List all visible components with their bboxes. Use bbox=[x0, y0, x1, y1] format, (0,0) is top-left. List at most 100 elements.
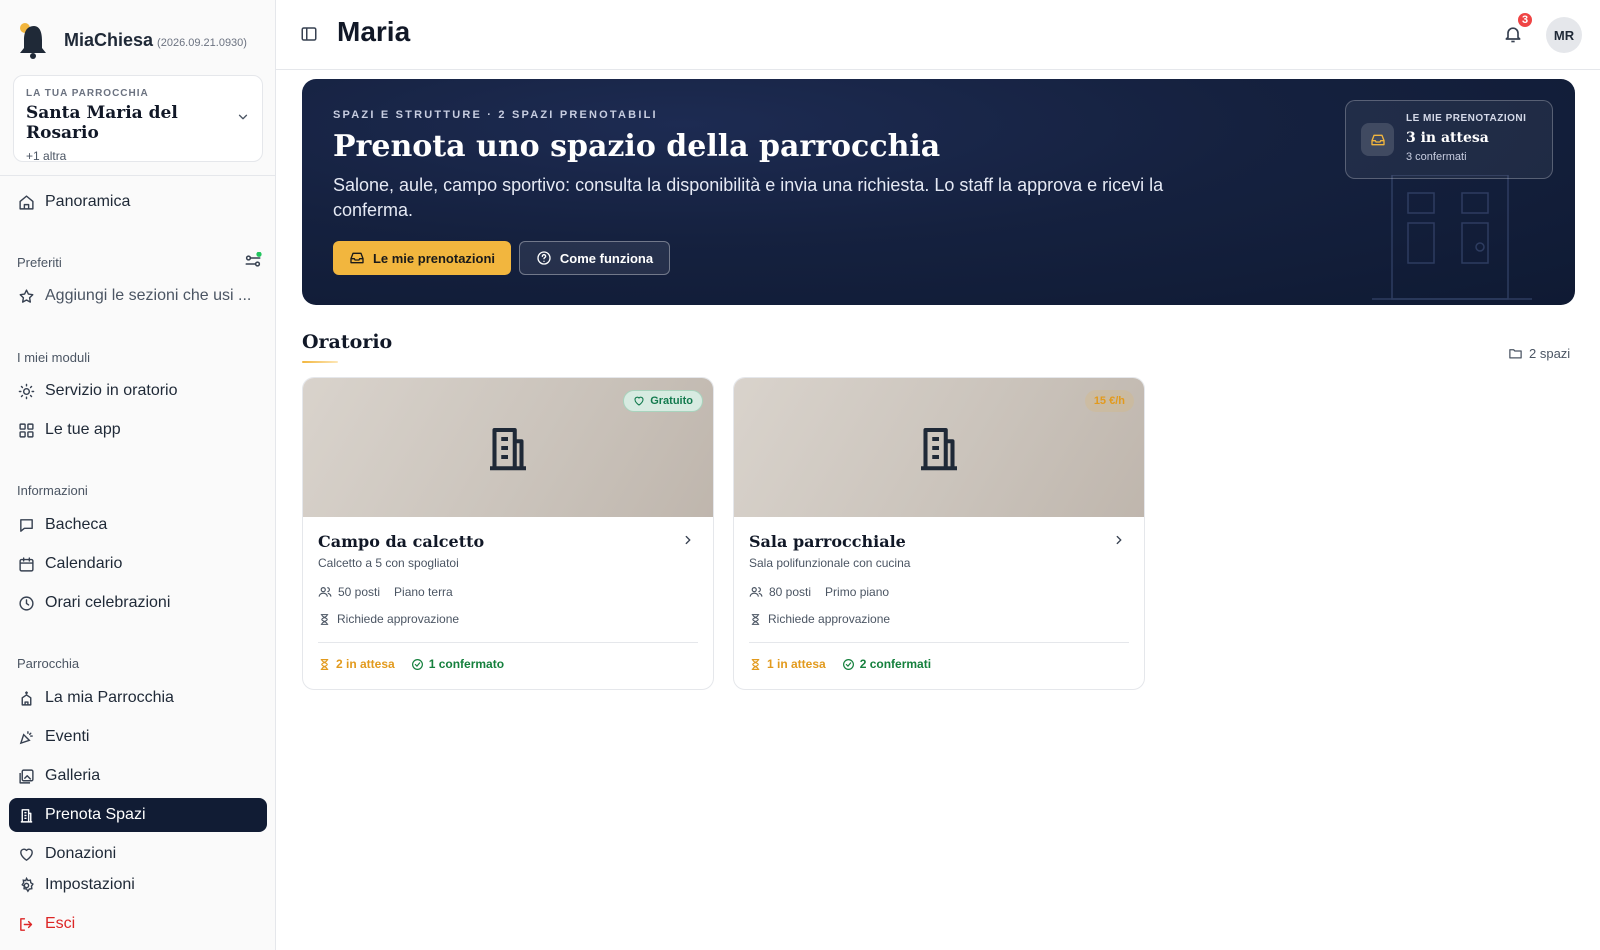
star-icon bbox=[17, 287, 35, 305]
space-seats: 80 posti bbox=[769, 585, 812, 599]
nav-donazioni[interactable]: Donazioni bbox=[9, 837, 267, 871]
hero-kicker: SPAZI E STRUTTURE · 2 SPAZI PRENOTABILI bbox=[333, 109, 658, 121]
nav-prenota-spazi[interactable]: Prenota Spazi bbox=[9, 798, 267, 832]
price-label: 15 €/h bbox=[1093, 395, 1125, 407]
chevron-right-icon bbox=[1112, 533, 1126, 547]
pending-status: 1 in attesa bbox=[749, 657, 826, 671]
app-version: (2026.09.21.0930) bbox=[157, 36, 247, 49]
my-bookings-button[interactable]: Le mie prenotazioni bbox=[333, 241, 511, 275]
nav-esci[interactable]: Esci bbox=[9, 907, 267, 941]
nav-galleria[interactable]: Galleria bbox=[9, 759, 267, 793]
nav-label: Calendario bbox=[45, 555, 123, 572]
users-icon bbox=[749, 585, 763, 599]
price-badge: 15 €/h bbox=[1084, 390, 1134, 412]
space-meta: 80 posti Primo piano bbox=[749, 585, 889, 599]
party-icon bbox=[17, 728, 35, 746]
folder-icon bbox=[1508, 346, 1523, 361]
confirmed-label: 2 confermati bbox=[859, 657, 932, 671]
nav-bacheca[interactable]: Bacheca bbox=[9, 508, 267, 542]
nav-label: Orari celebrazioni bbox=[45, 594, 171, 611]
section-title: Oratorio bbox=[302, 331, 393, 353]
pending-label: 2 in attesa bbox=[336, 657, 395, 671]
nav-label: Aggiungi le sezioni che usi ... bbox=[45, 287, 252, 304]
topbar: Maria 3 MR bbox=[276, 0, 1600, 70]
space-card[interactable]: 15 €/h Sala parrocchiale Sala polifunzio… bbox=[733, 377, 1145, 690]
church-icon bbox=[17, 689, 35, 707]
section-underline bbox=[302, 361, 338, 363]
parish-kicker: LA TUA PARROCCHIA bbox=[26, 88, 149, 99]
space-floor: Primo piano bbox=[825, 585, 890, 599]
summary-kicker: LE MIE PRENOTAZIONI bbox=[1406, 113, 1527, 124]
bell-logo-icon bbox=[16, 20, 52, 60]
hero-description: Salone, aule, campo sportivo: consulta l… bbox=[333, 175, 1164, 220]
space-approval: Richiede approvazione bbox=[749, 612, 890, 626]
price-badge: Gratuito bbox=[623, 390, 703, 412]
inbox-icon bbox=[349, 250, 365, 266]
nav-label: Le tue app bbox=[45, 421, 121, 438]
notifications-badge: 3 bbox=[1516, 11, 1534, 29]
card-divider bbox=[318, 642, 698, 643]
my-bookings-summary[interactable]: LE MIE PRENOTAZIONI 3 in attesa 3 confer… bbox=[1345, 100, 1553, 179]
summary-pending: 3 in attesa bbox=[1406, 130, 1489, 146]
nav-eventi[interactable]: Eventi bbox=[9, 720, 267, 754]
home-icon bbox=[17, 193, 35, 211]
hero-title: Prenota uno spazio della parrocchia bbox=[333, 129, 941, 164]
how-it-works-button[interactable]: Come funziona bbox=[519, 241, 670, 275]
nav-le-tue-app[interactable]: Le tue app bbox=[9, 413, 267, 447]
nav-label: Panoramica bbox=[45, 193, 131, 210]
sidebar: MiaChiesa (2026.09.21.0930) LA TUA PARROC… bbox=[0, 0, 276, 950]
parish-section-label: Parrocchia bbox=[17, 656, 80, 671]
message-icon bbox=[17, 516, 35, 534]
gallery-icon bbox=[17, 767, 35, 785]
favorites-add-hint[interactable]: Aggiungi le sezioni che usi ... bbox=[9, 279, 267, 313]
nav-calendario[interactable]: Calendario bbox=[9, 547, 267, 581]
nav-panoramica[interactable]: Panoramica bbox=[9, 185, 267, 219]
chevron-down-icon bbox=[236, 110, 250, 124]
sun-icon bbox=[17, 382, 35, 400]
approval-label: Richiede approvazione bbox=[768, 612, 891, 626]
nav-orari-celebrazioni[interactable]: Orari celebrazioni bbox=[9, 586, 267, 620]
space-card[interactable]: Gratuito Campo da calcetto Calcetto a 5 … bbox=[302, 377, 714, 690]
page-title: Maria bbox=[337, 16, 411, 47]
heart-icon bbox=[633, 395, 645, 407]
price-label: Gratuito bbox=[650, 395, 693, 407]
check-circle-icon bbox=[842, 658, 855, 671]
my-bookings-label: Le mie prenotazioni bbox=[372, 250, 496, 266]
nav-label: La mia Parrocchia bbox=[45, 689, 174, 706]
space-title: Campo da calcetto bbox=[318, 532, 485, 551]
sidebar-divider bbox=[0, 175, 276, 176]
help-circle-icon bbox=[536, 250, 552, 266]
nav-label: Donazioni bbox=[45, 845, 117, 862]
nav-la-mia-parrocchia[interactable]: La mia Parrocchia bbox=[9, 681, 267, 715]
hourglass-icon bbox=[749, 658, 762, 671]
app-name: MiaChiesa bbox=[64, 29, 154, 50]
space-meta: 50 posti Piano terra bbox=[318, 585, 453, 599]
hero-banner: SPAZI E STRUTTURE · 2 SPAZI PRENOTABILI … bbox=[302, 79, 1575, 305]
booking-status: 1 in attesa 2 confermati bbox=[749, 657, 931, 671]
space-image: Gratuito bbox=[303, 378, 713, 517]
section-count-label: 2 spazi bbox=[1529, 346, 1571, 361]
section-count: 2 spazi bbox=[1508, 346, 1570, 361]
sidebar-toggle-icon[interactable] bbox=[300, 25, 318, 43]
parish-selector[interactable]: LA TUA PARROCCHIA Santa Maria del Rosari… bbox=[13, 75, 263, 163]
confirmed-status: 2 confermati bbox=[842, 657, 931, 671]
avatar[interactable]: MR bbox=[1546, 17, 1582, 53]
confirmed-label: 1 confermato bbox=[428, 657, 505, 671]
nav-label: Eventi bbox=[45, 728, 90, 745]
nav-label: Prenota Spazi bbox=[45, 806, 146, 823]
space-image: 15 €/h bbox=[734, 378, 1144, 517]
nav-impostazioni[interactable]: Impostazioni bbox=[9, 868, 267, 902]
clock-icon bbox=[17, 594, 35, 612]
modules-label: I miei moduli bbox=[17, 350, 90, 365]
building-icon bbox=[17, 806, 35, 824]
users-icon bbox=[318, 585, 332, 599]
grid-icon bbox=[17, 421, 35, 439]
customize-favorites-icon[interactable] bbox=[244, 252, 262, 270]
parish-more: +1 altra bbox=[26, 149, 67, 163]
space-floor: Piano terra bbox=[394, 585, 453, 599]
space-subtitle: Calcetto a 5 con spogliatoi bbox=[318, 556, 459, 570]
brand[interactable]: MiaChiesa (2026.09.21.0930) bbox=[16, 20, 247, 60]
booking-status: 2 in attesa 1 confermato bbox=[318, 657, 504, 671]
nav-servizio-oratorio[interactable]: Servizio in oratorio bbox=[9, 374, 267, 408]
nav-label: Bacheca bbox=[45, 516, 108, 533]
